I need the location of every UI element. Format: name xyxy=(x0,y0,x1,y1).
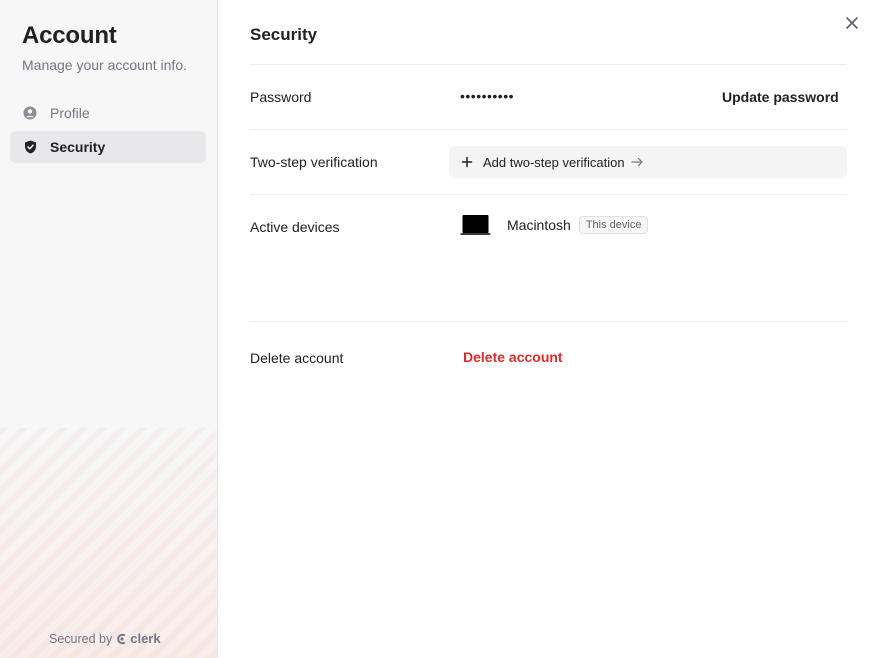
add-two-step-label: Add two-step verification xyxy=(483,154,625,170)
this-device-badge: This device xyxy=(578,216,649,234)
close-icon xyxy=(846,17,858,29)
two-step-label: Two-step verification xyxy=(250,154,378,170)
clerk-logo: clerk xyxy=(116,631,161,646)
page-title: Security xyxy=(250,25,318,44)
sidebar-item-security[interactable]: Security xyxy=(10,131,206,163)
delete-account-label: Delete account xyxy=(250,350,344,366)
clerk-brand-text: clerk xyxy=(130,631,161,646)
device-item[interactable]: Macintosh This device xyxy=(460,214,649,236)
close-button[interactable] xyxy=(843,14,861,32)
password-value: •••••••••• xyxy=(460,88,515,104)
add-two-step-button[interactable]: Add two-step verification xyxy=(449,146,847,178)
sidebar-title: Account xyxy=(22,22,117,49)
password-label: Password xyxy=(250,89,312,105)
plus-icon xyxy=(461,156,473,168)
delete-account-button[interactable]: Delete account xyxy=(463,349,563,365)
device-name: Macintosh xyxy=(507,217,571,233)
sidebar-decoration xyxy=(0,428,217,658)
sidebar-item-label: Security xyxy=(50,139,106,155)
shield-icon xyxy=(23,140,37,154)
active-devices-label: Active devices xyxy=(250,219,340,235)
divider xyxy=(250,194,847,195)
update-password-button[interactable]: Update password xyxy=(714,85,847,109)
sidebar: Account Manage your account info. Profil… xyxy=(0,0,218,658)
arrow-right-icon xyxy=(631,157,644,167)
divider xyxy=(250,129,847,130)
user-circle-icon xyxy=(23,106,37,120)
sidebar-subtitle: Manage your account info. xyxy=(22,57,187,73)
secured-by-label: Secured by xyxy=(49,631,113,646)
laptop-icon xyxy=(460,214,491,236)
clerk-logo-icon xyxy=(117,633,126,644)
divider xyxy=(250,321,847,322)
sidebar-item-label: Profile xyxy=(50,105,90,121)
divider xyxy=(250,64,847,65)
secured-by-footer[interactable]: Secured by clerk xyxy=(49,631,161,646)
sidebar-item-profile[interactable]: Profile xyxy=(10,97,206,129)
